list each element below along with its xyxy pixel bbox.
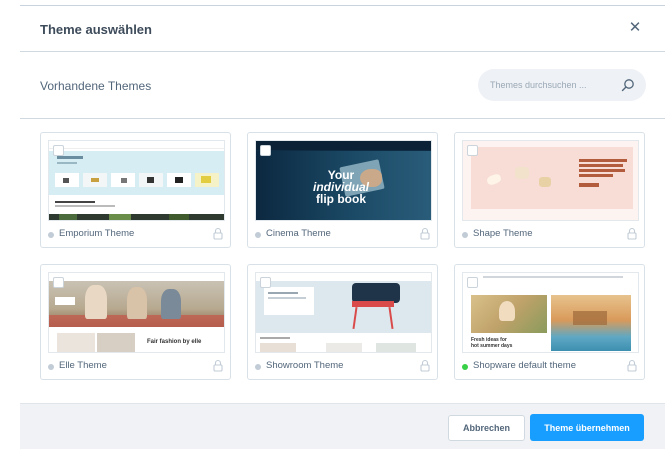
lock-icon <box>213 359 223 372</box>
theme-checkbox[interactable] <box>467 277 478 288</box>
theme-card-shopware-default[interactable]: Fresh ideas for hot summer days Shopware … <box>454 264 645 380</box>
theme-card-emporium[interactable]: Emporium Theme <box>40 132 231 248</box>
thumb-headline: Fresh ideas for hot summer days <box>471 337 513 349</box>
theme-name: Shopware default theme <box>473 360 576 371</box>
modal-header: Theme auswählen ✕ <box>20 6 665 52</box>
thumb-headline: Your individual flip book <box>312 168 369 206</box>
theme-name: Emporium Theme <box>59 228 135 239</box>
status-dot <box>255 232 261 238</box>
theme-card-showroom[interactable]: Showroom Theme <box>247 264 438 380</box>
theme-name: Shape Theme <box>473 228 533 239</box>
apply-theme-button[interactable]: Theme übernehmen <box>530 414 644 441</box>
theme-checkbox[interactable] <box>467 145 478 156</box>
theme-checkbox[interactable] <box>53 145 64 156</box>
search-icon[interactable] <box>620 77 636 93</box>
theme-checkbox[interactable] <box>53 277 64 288</box>
theme-card-shape[interactable]: Shape Theme <box>454 132 645 248</box>
theme-checkbox[interactable] <box>260 145 271 156</box>
section-title: Vorhandene Themes <box>40 79 152 93</box>
close-icon[interactable]: ✕ <box>627 20 643 36</box>
theme-name: Elle Theme <box>59 360 107 371</box>
theme-card-footer: Shape Theme <box>462 226 639 244</box>
cancel-button[interactable]: Abbrechen <box>448 415 525 441</box>
theme-thumbnail: Your individual flip book <box>255 140 432 221</box>
theme-card-elle[interactable]: Fair fashion by elle Elle Theme <box>40 264 231 380</box>
search-field[interactable] <box>478 69 646 101</box>
thumb-headline: Fair fashion by elle <box>147 339 202 345</box>
theme-checkbox[interactable] <box>260 277 271 288</box>
theme-thumbnail <box>255 272 432 353</box>
theme-thumbnail: Fresh ideas for hot summer days <box>462 272 639 353</box>
status-dot <box>462 232 468 238</box>
lock-icon <box>420 359 430 372</box>
status-dot <box>48 364 54 370</box>
theme-card-footer: Showroom Theme <box>255 358 432 376</box>
lock-icon <box>627 359 637 372</box>
lock-icon <box>627 227 637 240</box>
theme-card-footer: Cinema Theme <box>255 226 432 244</box>
theme-thumbnail: Fair fashion by elle <box>48 272 225 353</box>
theme-card-footer: Elle Theme <box>48 358 225 376</box>
theme-card-cinema[interactable]: Your individual flip book Cinema Theme <box>247 132 438 248</box>
search-input[interactable] <box>490 77 610 93</box>
theme-thumbnail <box>462 140 639 221</box>
status-dot <box>255 364 261 370</box>
modal-subheader: Vorhandene Themes <box>20 53 665 119</box>
theme-name: Cinema Theme <box>266 228 331 239</box>
theme-card-footer: Emporium Theme <box>48 226 225 244</box>
lock-icon <box>420 227 430 240</box>
lock-icon <box>213 227 223 240</box>
theme-thumbnail <box>48 140 225 221</box>
modal-footer: Abbrechen Theme übernehmen <box>20 403 665 449</box>
status-dot <box>48 232 54 238</box>
theme-select-modal: Theme auswählen ✕ Vorhandene Themes Them… <box>20 6 665 449</box>
modal-title: Theme auswählen <box>40 22 152 37</box>
theme-card-footer: Shopware default theme <box>462 358 639 376</box>
theme-name: Showroom Theme <box>266 360 344 371</box>
active-status-dot <box>462 364 468 370</box>
